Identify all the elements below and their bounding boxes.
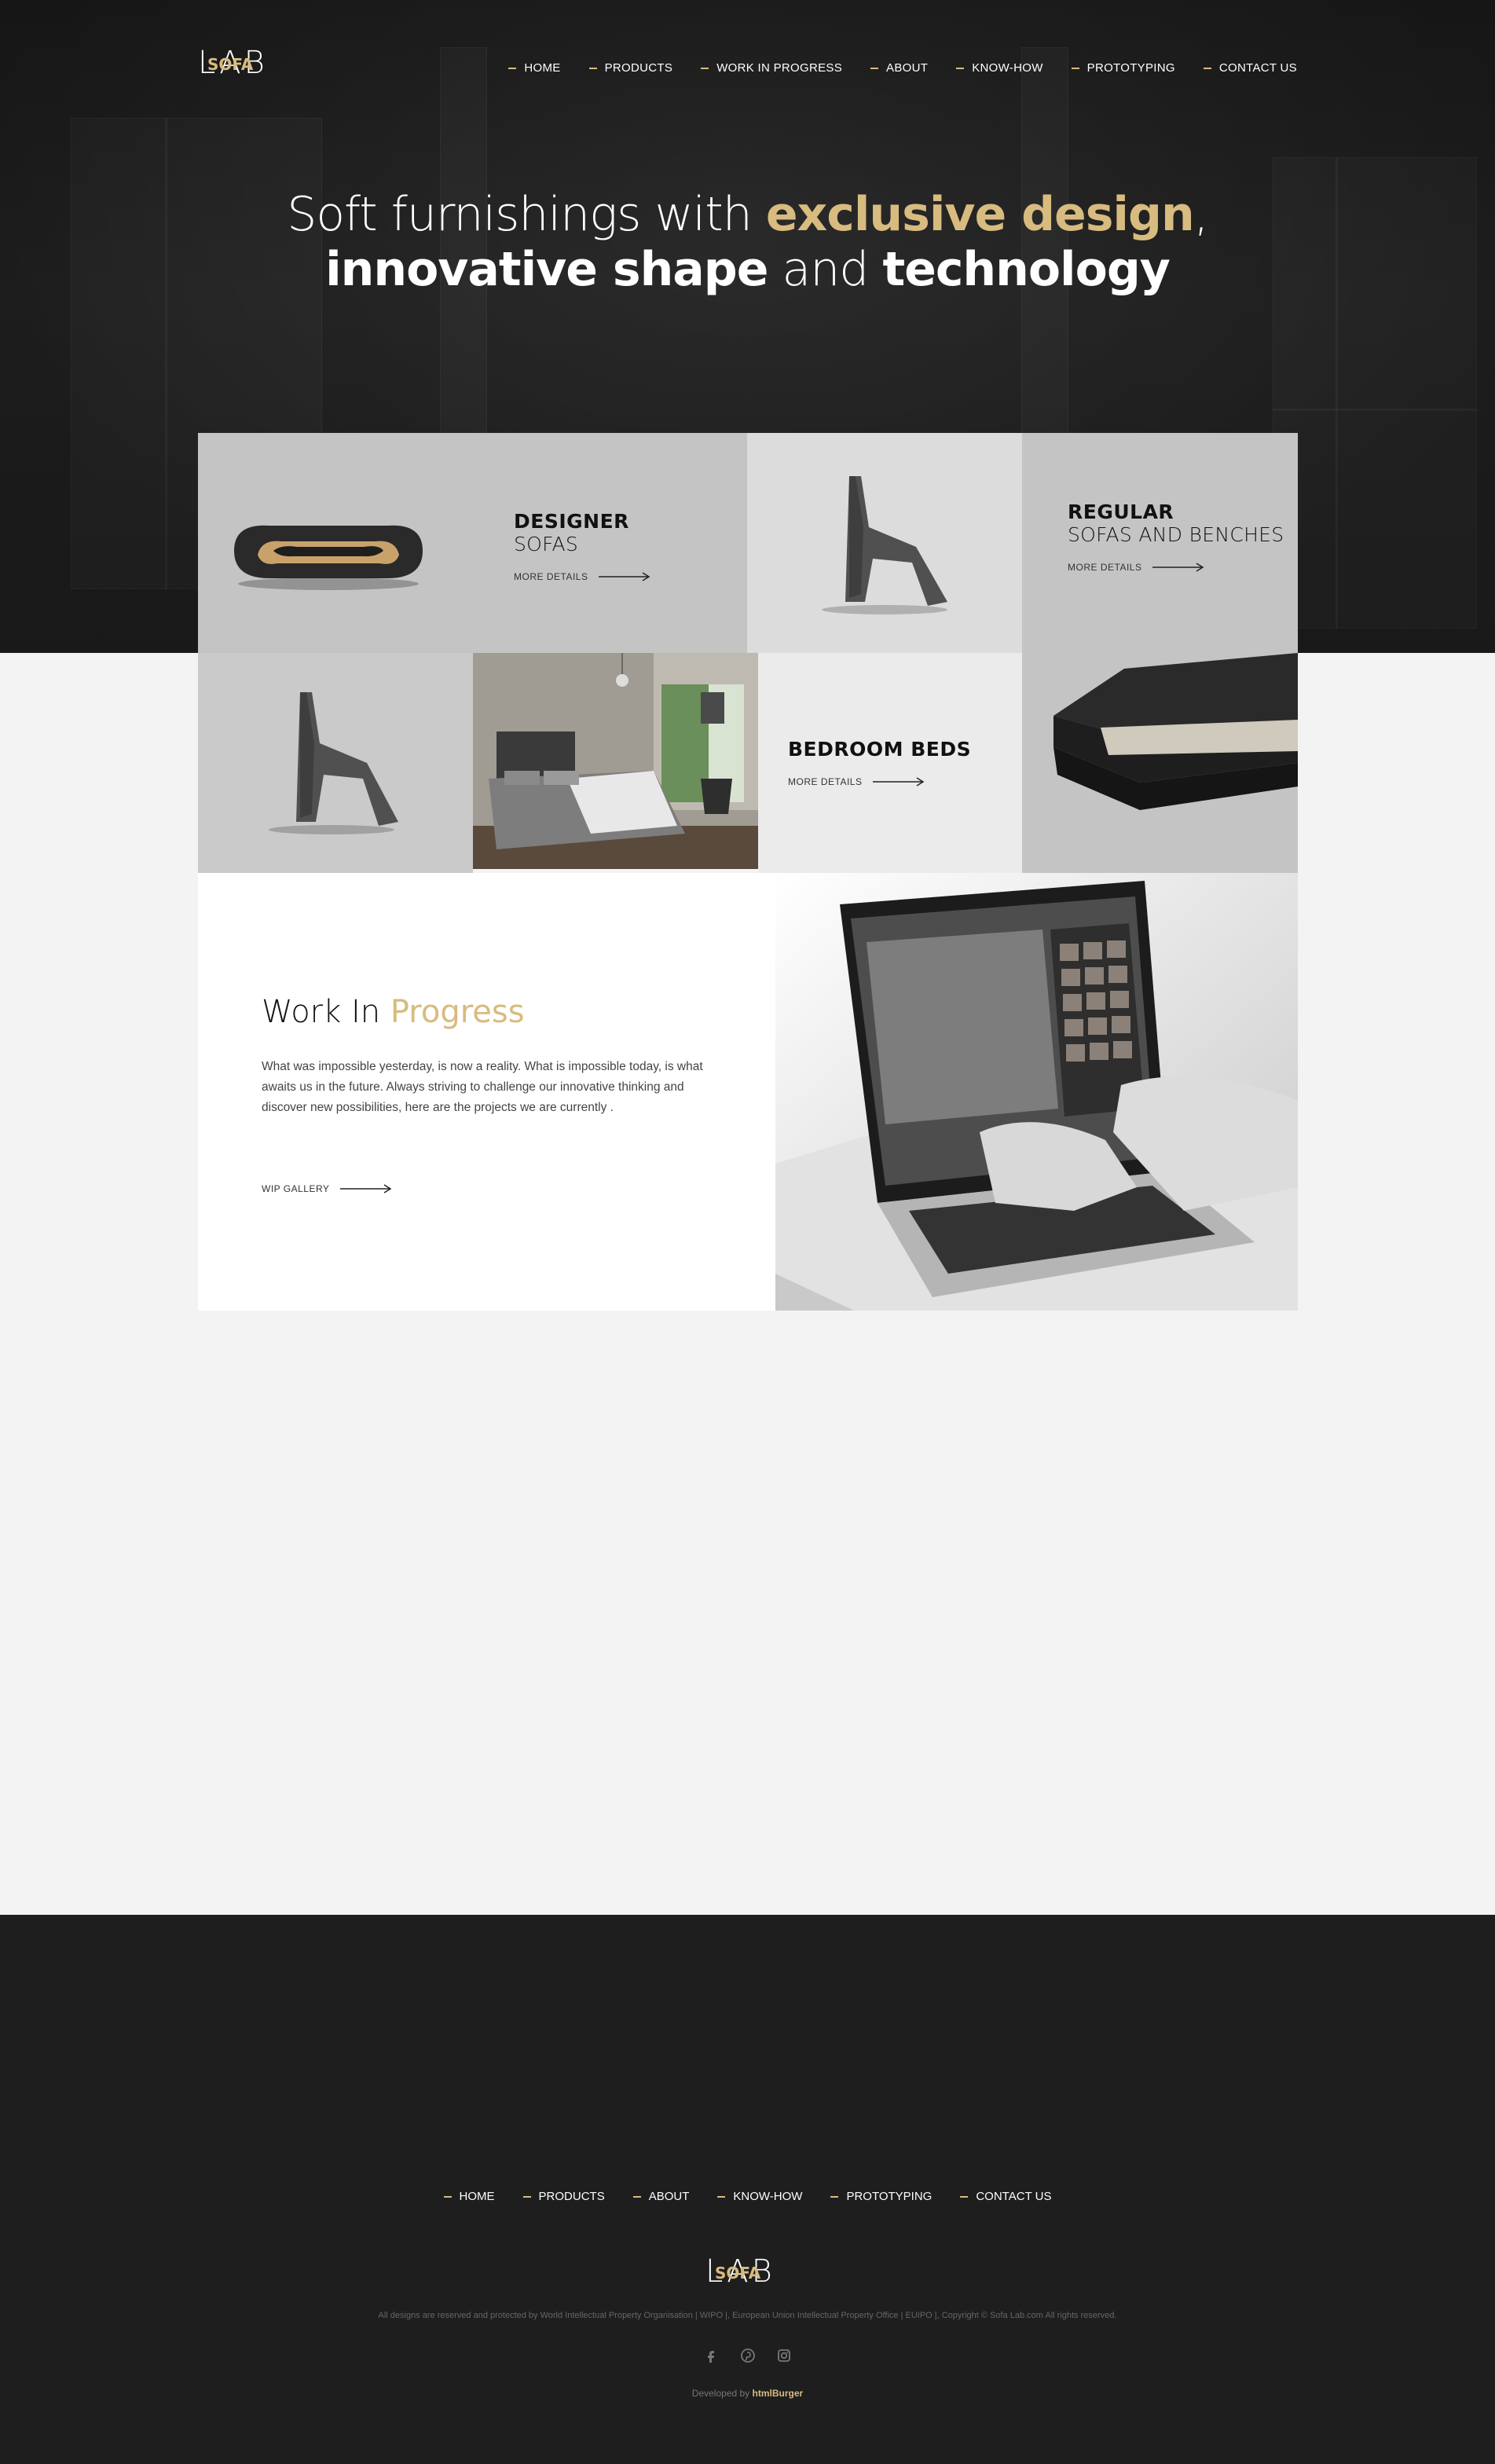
nav-dash (701, 67, 709, 69)
tile-bedroom-photo (473, 653, 758, 869)
dev-brand-link[interactable]: htmlBurger (753, 2388, 804, 2399)
main-nav: HOME PRODUCTS WORK IN PROGRESS ABOUT KNO… (480, 61, 1297, 75)
developer-credit: Developed by htmlBurger (0, 2388, 1495, 2399)
wip-description: What was impossible yesterday, is now a … (262, 1060, 703, 1114)
arrow-right-icon (1152, 563, 1204, 572)
hero-text: Soft furnishings with (287, 187, 766, 242)
instagram-icon[interactable] (776, 2348, 792, 2363)
nav-label: KNOW-HOW (972, 61, 1043, 75)
nav-label: ABOUT (886, 61, 929, 75)
nav-item-work-in-progress[interactable]: WORK IN PROGRESS (701, 61, 842, 75)
footer-nav-know-how[interactable]: KNOW-HOW (717, 2190, 802, 2203)
nav-label: ABOUT (648, 2190, 690, 2203)
tile-designer-sofas[interactable]: DESIGNER SOFAS MORE DETAILS (198, 433, 747, 653)
logo-sofa: SOFA (715, 2264, 761, 2282)
arrow-right-icon (599, 572, 650, 581)
nav-dash (522, 2195, 531, 2198)
tile-chair-image-2 (198, 653, 473, 873)
link-label: MORE DETAILS (514, 571, 588, 582)
footer: HOME PRODUCTS ABOUT KNOW-HOW PROTOTYPING… (0, 1915, 1495, 2464)
nav-label: KNOW-HOW (733, 2190, 803, 2203)
footer-logo[interactable]: LAB SOFA (705, 2254, 792, 2294)
tile-regular-sofas[interactable]: REGULAR SOFAS AND BENCHES MORE DETAILS (1022, 433, 1298, 873)
legal-text: All designs are reserved and protected b… (378, 2311, 1117, 2320)
pinterest-icon[interactable] (740, 2348, 756, 2363)
nav-item-products[interactable]: PRODUCTS (588, 61, 673, 75)
nav-dash (1071, 67, 1079, 69)
regular-caption: REGULAR SOFAS AND BENCHES MORE DETAILS (1068, 500, 1284, 573)
logo-sofa: SOFA (207, 55, 254, 74)
nav-dash (443, 2195, 452, 2198)
nav-dash (717, 2195, 726, 2198)
rocking-chair-image (269, 692, 398, 834)
tile-title: BEDROOM BEDS (788, 738, 972, 761)
footer-nav-contact-us[interactable]: CONTACT US (960, 2190, 1051, 2203)
social-links (0, 2348, 1495, 2363)
footer-nav-products[interactable]: PRODUCTS (522, 2190, 605, 2203)
wip-title: Work In Progress (262, 994, 525, 1030)
tile-subtitle: SOFAS (514, 533, 579, 556)
nav-dash (956, 67, 965, 69)
hero-text: , (1193, 187, 1209, 242)
nav-item-prototyping[interactable]: PROTOTYPING (1071, 61, 1175, 75)
arrow-right-icon (873, 777, 925, 786)
nav-dash (632, 2195, 641, 2198)
wip-title-text: Work In (262, 994, 390, 1030)
link-label: WIP GALLERY (262, 1183, 330, 1194)
rocking-chair-image (822, 476, 947, 614)
dev-prefix: Developed by (691, 2388, 753, 2399)
nav-dash (1203, 67, 1211, 69)
nav-dash (830, 2195, 839, 2198)
link-label: MORE DETAILS (1068, 562, 1142, 573)
link-label: MORE DETAILS (788, 776, 863, 787)
logo[interactable]: LAB SOFA (198, 46, 284, 85)
nav-item-contact-us[interactable]: CONTACT US (1203, 61, 1297, 75)
hero-text: and (768, 242, 883, 297)
designer-caption: DESIGNER SOFAS MORE DETAILS (514, 510, 650, 582)
hero-title: Soft furnishings with exclusive design, … (0, 187, 1495, 297)
laptop-photo (775, 873, 1298, 1311)
bedroom-more-details-link[interactable]: MORE DETAILS (788, 776, 971, 787)
nav-label: PRODUCTS (604, 61, 673, 75)
designer-more-details-link[interactable]: MORE DETAILS (514, 571, 650, 582)
nav-label: HOME (459, 2190, 495, 2203)
nav-label: PROTOTYPING (846, 2190, 933, 2203)
nav-label: CONTACT US (976, 2190, 1052, 2203)
nav-item-know-how[interactable]: KNOW-HOW (956, 61, 1042, 75)
nav-label: PROTOTYPING (1086, 61, 1175, 75)
tile-subtitle: SOFAS AND BENCHES (1068, 523, 1284, 546)
bench-image (1053, 653, 1298, 810)
footer-nav-prototyping[interactable]: PROTOTYPING (830, 2190, 932, 2203)
tile-title: REGULAR (1068, 500, 1174, 523)
wip-gallery-link[interactable]: WIP GALLERY (262, 1183, 392, 1194)
hero-text-highlight: exclusive design (765, 187, 1195, 242)
hero-text-bold: technology (882, 242, 1170, 297)
nav-dash (960, 2195, 969, 2198)
tile-chair-image (747, 433, 1022, 653)
hero-text-bold: innovative shape (325, 242, 768, 297)
arrow-right-icon (340, 1184, 392, 1194)
tile-bedroom-beds[interactable]: BEDROOM BEDS MORE DETAILS (758, 653, 1022, 873)
tile-title: DESIGNER (514, 510, 629, 533)
facebook-icon[interactable] (704, 2348, 720, 2363)
wip-section: Work In Progress What was impossible yes… (198, 873, 1298, 1311)
nav-label: HOME (524, 61, 561, 75)
bedroom-photo (473, 653, 758, 869)
footer-nav-home[interactable]: HOME (443, 2190, 495, 2203)
nav-dash (588, 67, 597, 69)
footer-nav-about[interactable]: ABOUT (632, 2190, 690, 2203)
nav-item-about[interactable]: ABOUT (870, 61, 928, 75)
nav-label: PRODUCTS (538, 2190, 605, 2203)
regular-more-details-link[interactable]: MORE DETAILS (1068, 562, 1284, 573)
nav-dash (870, 67, 879, 69)
nav-item-home[interactable]: HOME (508, 61, 560, 75)
wip-title-highlight: Progress (390, 994, 525, 1030)
designer-sofa-image (234, 525, 423, 590)
footer-nav: HOME PRODUCTS ABOUT KNOW-HOW PROTOTYPING… (0, 2190, 1495, 2203)
nav-dash (508, 67, 517, 69)
bedroom-caption: BEDROOM BEDS MORE DETAILS (788, 738, 971, 787)
nav-label: WORK IN PROGRESS (716, 61, 843, 75)
nav-label: CONTACT US (1218, 61, 1297, 75)
